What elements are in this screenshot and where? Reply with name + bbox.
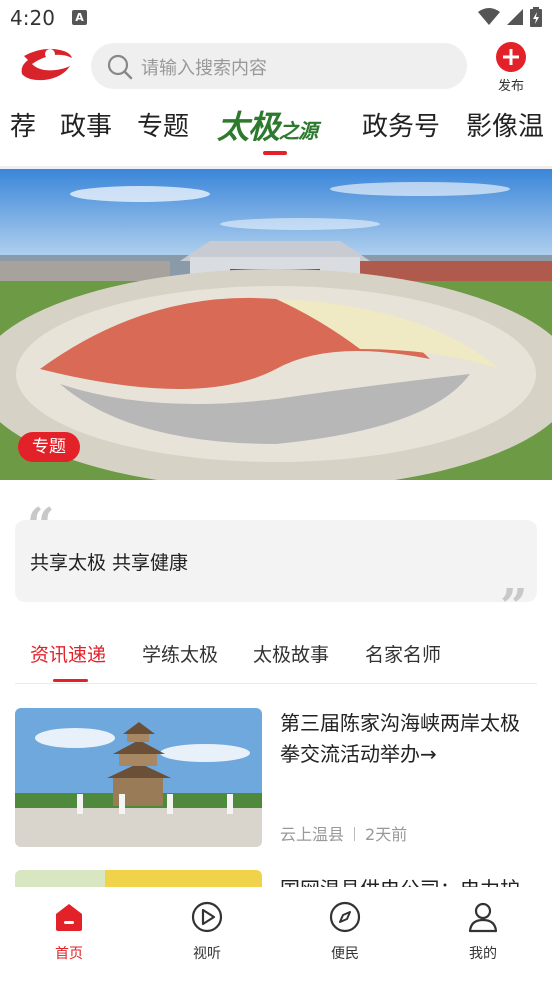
compass-icon (329, 901, 361, 933)
channel-active-indicator (263, 151, 287, 155)
status-bar: 4:20 A (0, 0, 552, 36)
status-time: 4:20 (10, 6, 55, 30)
banner-tag: 专题 (18, 432, 80, 462)
user-icon (468, 902, 498, 933)
nav-profile-label: 我的 (469, 946, 497, 962)
news-time: 2天前 (365, 825, 408, 844)
subtab-news-express[interactable]: 资讯速递 (30, 640, 106, 667)
signal-icon (507, 9, 523, 25)
nav-video-label: 视听 (193, 946, 221, 962)
wifi-icon (478, 8, 500, 25)
nav-home[interactable]: 首页 (29, 901, 109, 963)
subtab-masters[interactable]: 名家名师 (365, 640, 441, 667)
nav-services-label: 便民 (331, 946, 359, 962)
bottom-nav: 首页 视听 便民 我的 (0, 887, 552, 983)
channel-tab-gov-accounts[interactable]: 政务号 (362, 106, 440, 143)
channel-tabs: 荐 政事 专题 太极之源 政务号 影像温 (0, 96, 552, 158)
status-icons (478, 7, 542, 27)
news-thumbnail (15, 708, 262, 847)
sub-tabs: 资讯速递 学练太极 太极故事 名家名师 (0, 632, 552, 686)
subtab-taiji-stories[interactable]: 太极故事 (253, 640, 329, 667)
news-title: 第三届陈家沟海峡两岸太极拳交流活动举办→ (280, 711, 520, 766)
channel-tab-images[interactable]: 影像温 (466, 106, 544, 143)
quote-text: 共享太极 共享健康 (30, 552, 189, 574)
news-source: 云上温县 (280, 825, 345, 844)
notification-icon: A (72, 10, 87, 25)
slogan-quote: 共享太极 共享健康 (15, 520, 537, 602)
play-icon (191, 901, 223, 933)
nav-services[interactable]: 便民 (305, 901, 385, 963)
nav-home-label: 首页 (55, 946, 83, 962)
channel-tab-politics[interactable]: 政事 (60, 106, 112, 143)
news-meta: 云上温县 2天前 (280, 821, 407, 845)
channel-tab-topics[interactable]: 专题 (137, 106, 189, 143)
channel-tab-taiji-suffix: 之源 (279, 119, 318, 143)
subtab-divider (15, 683, 537, 684)
channel-tab-taiji[interactable]: 太极之源 (217, 102, 318, 148)
nav-profile[interactable]: 我的 (443, 901, 523, 963)
search-bar[interactable]: 请输入搜索内容 (91, 43, 467, 89)
channel-tab-recommend[interactable]: 荐 (10, 106, 36, 143)
battery-icon (530, 7, 542, 27)
search-icon (107, 54, 133, 80)
app-logo[interactable] (20, 44, 74, 84)
meta-separator (354, 827, 356, 841)
home-icon (56, 904, 82, 931)
nav-video[interactable]: 视听 (167, 901, 247, 963)
banner-image (0, 169, 552, 480)
news-list-item[interactable]: 第三届陈家沟海峡两岸太极拳交流活动举办→ 云上温县 2天前 (15, 708, 537, 848)
channel-tab-taiji-label: 太极 (217, 108, 280, 146)
publish-label: 发布 (497, 79, 524, 94)
publish-button[interactable]: 发布 (490, 42, 532, 94)
app-header: 请输入搜索内容 发布 (0, 40, 552, 94)
search-placeholder: 请输入搜索内容 (141, 58, 267, 79)
quote-close-icon: ” (500, 579, 528, 635)
subtab-active-indicator (53, 679, 88, 682)
subtab-learn-taiji[interactable]: 学练太极 (142, 640, 218, 667)
banner-carousel[interactable]: 专题 (0, 169, 552, 480)
plus-icon (496, 42, 526, 72)
